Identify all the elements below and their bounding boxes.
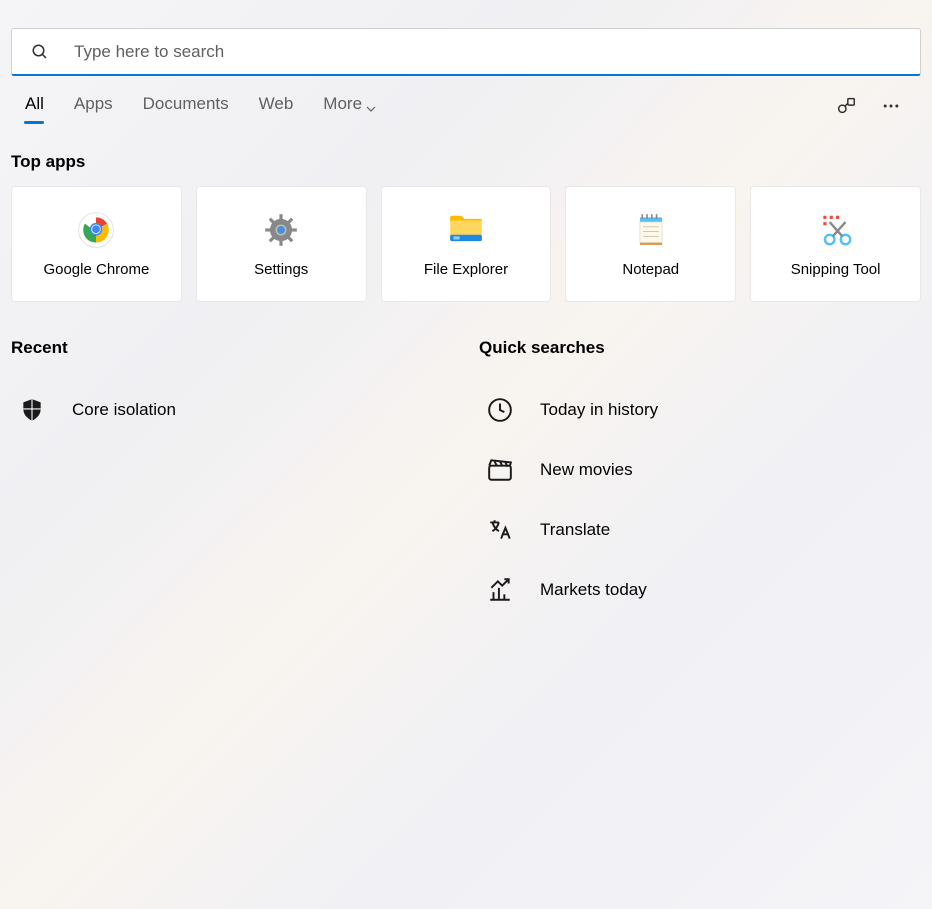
tab-apps[interactable]: Apps xyxy=(74,94,113,122)
search-container xyxy=(11,28,921,76)
app-card-snipping-tool[interactable]: Snipping Tool xyxy=(750,186,921,302)
clock-icon xyxy=(486,396,514,424)
related-search-icon[interactable] xyxy=(835,95,857,122)
app-label: Notepad xyxy=(622,261,679,278)
shield-icon xyxy=(18,396,46,424)
app-card-file-explorer[interactable]: File Explorer xyxy=(381,186,552,302)
tab-documents[interactable]: Documents xyxy=(143,94,229,122)
app-label: Google Chrome xyxy=(43,261,149,278)
chart-up-icon xyxy=(486,576,514,604)
quick-search-label: Markets today xyxy=(540,580,647,600)
gear-icon xyxy=(262,211,300,249)
top-apps-row: Google Chrome Settings xyxy=(0,186,932,302)
app-label: Settings xyxy=(254,261,308,278)
search-icon xyxy=(31,43,49,61)
more-options-icon[interactable] xyxy=(881,96,901,121)
recent-title: Recent xyxy=(11,338,468,358)
tabs-row: All Apps Documents Web More xyxy=(0,76,932,122)
quick-searches-title: Quick searches xyxy=(479,338,932,358)
search-input[interactable] xyxy=(11,28,921,76)
scissors-icon xyxy=(817,211,855,249)
app-card-notepad[interactable]: Notepad xyxy=(565,186,736,302)
tab-more[interactable]: More xyxy=(323,94,376,122)
folder-icon xyxy=(447,211,485,249)
chevron-down-icon xyxy=(366,99,376,109)
quick-search-label: Today in history xyxy=(540,400,658,420)
tab-more-label: More xyxy=(323,94,362,114)
tabs-actions xyxy=(835,95,921,122)
top-apps-title: Top apps xyxy=(11,152,932,172)
app-label: File Explorer xyxy=(424,261,508,278)
app-label: Snipping Tool xyxy=(791,261,881,278)
tab-web[interactable]: Web xyxy=(259,94,294,122)
clapperboard-icon xyxy=(486,456,514,484)
quick-search-markets-today[interactable]: Markets today xyxy=(468,560,932,620)
tab-all[interactable]: All xyxy=(25,94,44,122)
recent-item-core-isolation[interactable]: Core isolation xyxy=(0,380,468,440)
chrome-icon xyxy=(77,211,115,249)
notepad-icon xyxy=(632,211,670,249)
recent-item-label: Core isolation xyxy=(72,400,176,420)
app-card-settings[interactable]: Settings xyxy=(196,186,367,302)
translate-icon xyxy=(486,516,514,544)
quick-search-label: Translate xyxy=(540,520,610,540)
quick-search-today-in-history[interactable]: Today in history xyxy=(468,380,932,440)
quick-search-new-movies[interactable]: New movies xyxy=(468,440,932,500)
quick-search-label: New movies xyxy=(540,460,633,480)
quick-search-translate[interactable]: Translate xyxy=(468,500,932,560)
app-card-google-chrome[interactable]: Google Chrome xyxy=(11,186,182,302)
